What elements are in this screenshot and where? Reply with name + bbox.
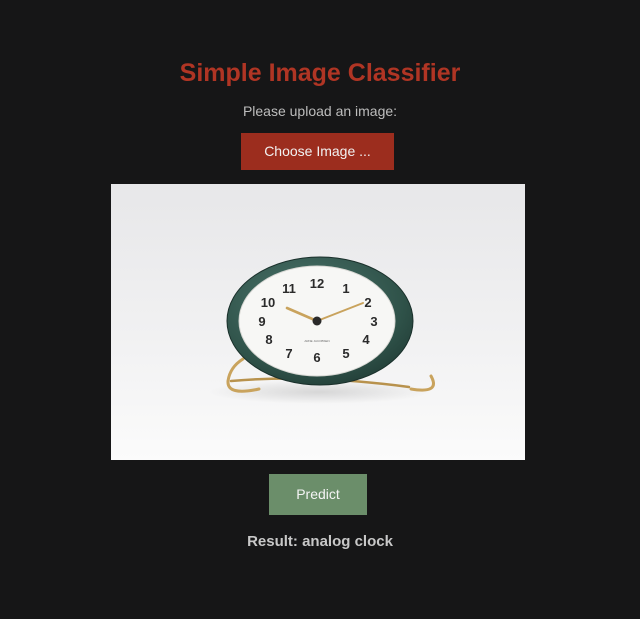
- clock-number-12: 12: [310, 276, 324, 291]
- app-page: Simple Image Classifier Please upload an…: [0, 0, 640, 619]
- clock-number-11: 11: [282, 281, 296, 296]
- clock-number-2: 2: [364, 295, 371, 310]
- clock-number-7: 7: [285, 346, 292, 361]
- choose-image-button[interactable]: Choose Image ...: [241, 133, 394, 170]
- clock-number-1: 1: [342, 281, 349, 296]
- predict-button[interactable]: Predict: [269, 474, 367, 515]
- clock-center-cap: [312, 316, 322, 326]
- clock-number-8: 8: [265, 332, 272, 347]
- prediction-result: Result: analog clock: [247, 533, 393, 550]
- clock-brand-text: ARNE JACOBSEN: [304, 339, 329, 343]
- upload-instruction: Please upload an image:: [242, 103, 398, 119]
- clock-number-4: 4: [362, 332, 370, 347]
- clock-number-6: 6: [313, 350, 320, 365]
- clock-number-10: 10: [261, 295, 275, 310]
- uploaded-image-preview: 12 1 2 3 4 5 6 7 8 9 10 11 ARNE JACOBSEN: [111, 184, 525, 460]
- clock-number-3: 3: [370, 314, 377, 329]
- clock-number-9: 9: [258, 314, 265, 329]
- page-title: Simple Image Classifier: [179, 59, 461, 87]
- clock-number-5: 5: [342, 346, 349, 361]
